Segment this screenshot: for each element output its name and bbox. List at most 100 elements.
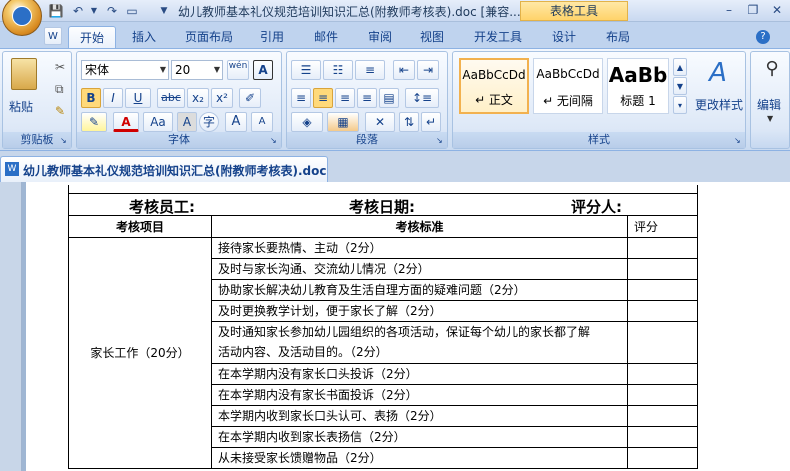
close-button[interactable]: ✕ bbox=[766, 1, 788, 19]
style-normal[interactable]: AaBbCcDd ↵ 正文 bbox=[459, 58, 529, 114]
decrease-indent-icon[interactable]: ⇤ bbox=[393, 60, 415, 80]
subscript-button[interactable]: x₂ bbox=[187, 88, 209, 108]
format-painter-icon[interactable]: ✎ bbox=[55, 104, 65, 118]
table-cell[interactable]: 考核员工: 考核日期: 评分人: bbox=[68, 192, 698, 216]
tab-home[interactable]: 开始 bbox=[68, 26, 116, 48]
score-cell[interactable] bbox=[627, 236, 698, 259]
print-preview-icon[interactable]: ▭ bbox=[124, 3, 140, 19]
font-color-button[interactable]: A bbox=[113, 112, 139, 132]
word-doc-icon[interactable]: W bbox=[44, 27, 62, 45]
criterion-cell[interactable]: 协助家长解决幼儿教育及生活自理方面的疑难问题（2分） bbox=[211, 278, 628, 301]
styles-more-icon[interactable]: ▾ bbox=[673, 96, 687, 114]
strikethrough-button[interactable]: abc bbox=[157, 88, 185, 108]
font-size-combo[interactable]: 20 ▼ bbox=[171, 60, 223, 80]
grow-font-button[interactable]: A bbox=[225, 112, 247, 132]
score-cell[interactable] bbox=[627, 383, 698, 406]
superscript-button[interactable]: x² bbox=[211, 88, 233, 108]
line-spacing-icon[interactable]: ↕≡ bbox=[405, 88, 439, 108]
tab-review[interactable]: 审阅 bbox=[360, 26, 400, 48]
score-cell[interactable] bbox=[627, 320, 698, 364]
style-heading-1[interactable]: AaBb 标题 1 bbox=[607, 58, 669, 114]
character-shading-button[interactable]: A bbox=[177, 112, 197, 132]
increase-indent-icon[interactable]: ⇥ bbox=[417, 60, 439, 80]
copy-icon[interactable]: ⧉ bbox=[55, 82, 64, 97]
restore-button[interactable]: ❐ bbox=[742, 1, 764, 19]
score-cell[interactable] bbox=[627, 257, 698, 280]
clear-formatting-icon[interactable]: ✐ bbox=[239, 88, 261, 108]
paste-icon[interactable] bbox=[11, 58, 37, 90]
criterion-cell[interactable]: 接待家长要热情、主动（2分） bbox=[211, 236, 628, 259]
tab-view[interactable]: 视图 bbox=[412, 26, 452, 48]
shading-icon[interactable]: ◈ bbox=[291, 112, 323, 132]
save-icon[interactable]: 💾 bbox=[48, 3, 64, 19]
header-score[interactable]: 评分 bbox=[627, 214, 698, 238]
criterion-cell[interactable]: 从未接受家长馈赠物品（2分） bbox=[211, 446, 628, 469]
character-border-button[interactable]: A bbox=[253, 60, 273, 80]
score-cell[interactable] bbox=[627, 299, 698, 322]
change-case-button[interactable]: Aa bbox=[143, 112, 173, 132]
binoculars-icon[interactable]: ⚲ bbox=[761, 58, 783, 84]
bullets-icon[interactable]: ☰ bbox=[291, 60, 321, 80]
score-cell[interactable] bbox=[627, 362, 698, 385]
undo-icon[interactable]: ↶ bbox=[70, 3, 86, 19]
assessment-table[interactable]: 考核员工: 考核日期: 评分人: 考核项目 考核标准 评分 家长工作（20分） … bbox=[68, 185, 698, 469]
header-standard[interactable]: 考核标准 bbox=[211, 214, 628, 238]
criterion-cell[interactable]: 在本学期内收到家长表扬信（2分） bbox=[211, 425, 628, 448]
header-item[interactable]: 考核项目 bbox=[68, 214, 212, 238]
show-marks-icon[interactable]: ↵ bbox=[421, 112, 441, 132]
table-cell[interactable] bbox=[68, 185, 698, 194]
font-name-combo[interactable]: 宋体 ▼ bbox=[81, 60, 169, 80]
criterion-cell[interactable]: 及时更换教学计划，便于家长了解（2分） bbox=[211, 299, 628, 322]
tab-insert[interactable]: 插入 bbox=[124, 26, 164, 48]
numbering-icon[interactable]: ☷ bbox=[323, 60, 353, 80]
tab-page-layout[interactable]: 页面布局 bbox=[176, 26, 242, 48]
criterion-cell[interactable]: 本学期内收到家长口头认可、表扬（2分） bbox=[211, 404, 628, 427]
tab-design[interactable]: 设计 bbox=[544, 26, 584, 48]
align-center-icon[interactable]: ≡ bbox=[313, 88, 333, 108]
bold-button[interactable]: B bbox=[81, 88, 101, 108]
multilevel-list-icon[interactable]: ≡ bbox=[355, 60, 385, 80]
criterion-cell[interactable]: 在本学期内没有家长口头投诉（2分） bbox=[211, 362, 628, 385]
highlight-icon[interactable]: ✎ bbox=[81, 112, 107, 132]
score-cell[interactable] bbox=[627, 278, 698, 301]
score-cell[interactable] bbox=[627, 425, 698, 448]
enclose-characters-button[interactable]: 字 bbox=[199, 112, 219, 132]
document-tab[interactable]: W 幼儿教师基本礼仪规范培训知识汇总(附教师考核表).doc bbox=[0, 156, 328, 182]
align-left-icon[interactable]: ≡ bbox=[291, 88, 311, 108]
help-icon[interactable]: ? bbox=[756, 30, 770, 44]
category-cell[interactable]: 家长工作（20分） bbox=[68, 236, 212, 469]
paragraph-launcher-icon[interactable]: ↘ bbox=[436, 136, 445, 145]
redo-icon[interactable]: ↷ bbox=[104, 3, 120, 19]
style-no-spacing[interactable]: AaBbCcDd ↵ 无间隔 bbox=[533, 58, 603, 114]
change-styles-button[interactable]: 更改样式 bbox=[691, 96, 747, 113]
shrink-font-button[interactable]: A bbox=[251, 112, 273, 132]
score-cell[interactable] bbox=[627, 446, 698, 469]
underline-button[interactable]: U bbox=[125, 88, 151, 108]
font-launcher-icon[interactable]: ↘ bbox=[270, 136, 279, 145]
borders-icon[interactable]: ▦ bbox=[327, 112, 359, 132]
change-styles-icon[interactable]: A bbox=[703, 58, 733, 88]
customize-quick-access-icon[interactable]: ▼ bbox=[156, 3, 172, 19]
undo-dropdown-icon[interactable]: ▼ bbox=[86, 3, 102, 19]
distributed-icon[interactable]: ▤ bbox=[379, 88, 399, 108]
sort-icon[interactable]: ⇅ bbox=[399, 112, 419, 132]
tab-references[interactable]: 引用 bbox=[252, 26, 292, 48]
justify-icon[interactable]: ≡ bbox=[357, 88, 377, 108]
styles-launcher-icon[interactable]: ↘ bbox=[734, 136, 743, 145]
italic-button[interactable]: I bbox=[103, 88, 123, 108]
criterion-cell[interactable]: 及时通知家长参加幼儿园组织的各项活动，保证每个幼儿的家长都了解 活动内容、及活动目… bbox=[211, 320, 628, 364]
tab-developer[interactable]: 开发工具 bbox=[466, 26, 530, 48]
phonetic-guide-button[interactable]: wén bbox=[227, 60, 249, 80]
cut-icon[interactable]: ✂ bbox=[55, 60, 65, 74]
chinese-layout-icon[interactable]: ✕ bbox=[365, 112, 395, 132]
align-right-icon[interactable]: ≡ bbox=[335, 88, 355, 108]
minimize-button[interactable]: – bbox=[718, 1, 740, 19]
editing-button[interactable]: 编辑 bbox=[757, 96, 781, 113]
tab-mailings[interactable]: 邮件 bbox=[306, 26, 346, 48]
styles-scroll-up-icon[interactable]: ▲ bbox=[673, 58, 687, 76]
clipboard-launcher-icon[interactable]: ↘ bbox=[60, 136, 69, 145]
score-cell[interactable] bbox=[627, 404, 698, 427]
criterion-cell[interactable]: 及时与家长沟通、交流幼儿情况（2分） bbox=[211, 257, 628, 280]
paste-button[interactable]: 粘贴 bbox=[9, 98, 33, 115]
criterion-cell[interactable]: 在本学期内没有家长书面投诉（2分） bbox=[211, 383, 628, 406]
